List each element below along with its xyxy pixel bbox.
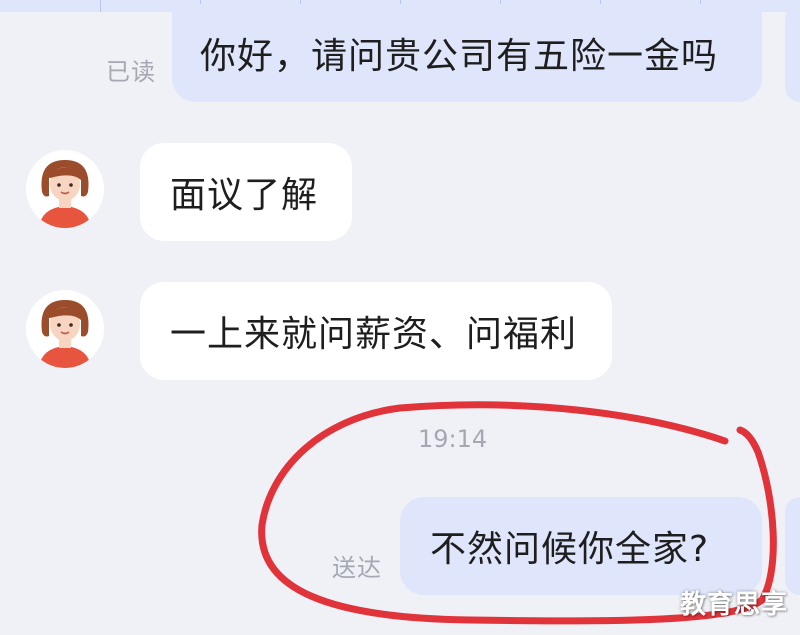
message-bubble-incoming[interactable]: 面议了解 bbox=[140, 143, 352, 241]
message-timestamp: 19:14 bbox=[418, 425, 488, 453]
read-status: 已读 bbox=[106, 58, 156, 86]
avatar[interactable] bbox=[26, 150, 104, 228]
avatar[interactable] bbox=[26, 290, 104, 368]
message-text: 你好，请问贵公司有五险一金吗 bbox=[200, 36, 719, 77]
partial-avatar-edge bbox=[785, 4, 800, 102]
message-bubble-outgoing[interactable]: 你好，请问贵公司有五险一金吗 bbox=[172, 4, 762, 102]
delivered-status: 送达 bbox=[332, 554, 382, 582]
grid-line bbox=[100, 0, 101, 12]
partial-avatar-edge bbox=[785, 497, 800, 595]
cartoon-woman-avatar-icon bbox=[26, 150, 104, 228]
cartoon-woman-avatar-icon bbox=[26, 290, 104, 368]
watermark: 教育思享 bbox=[679, 590, 788, 620]
message-text: 不然问候你全家? bbox=[430, 529, 710, 570]
message-bubble-outgoing[interactable]: 不然问候你全家? bbox=[400, 497, 762, 595]
message-text: 一上来就问薪资、问福利 bbox=[170, 314, 578, 355]
message-bubble-incoming[interactable]: 一上来就问薪资、问福利 bbox=[140, 282, 612, 380]
chat-conversation: 已读 你好，请问贵公司有五险一金吗 面议了解 一上来就问薪资、问福利 19:14… bbox=[0, 0, 800, 635]
message-text: 面议了解 bbox=[170, 175, 319, 216]
